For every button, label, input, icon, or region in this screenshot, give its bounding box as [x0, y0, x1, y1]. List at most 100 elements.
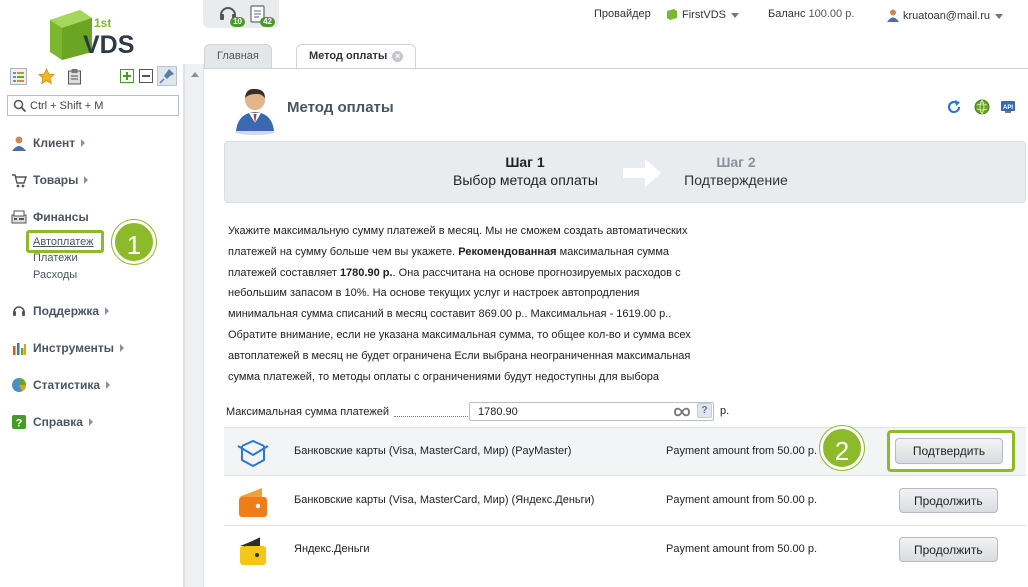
chevron-right-icon: [105, 307, 110, 315]
sidebar-subitem-payments[interactable]: Платежи: [33, 252, 78, 264]
step-title: Шаг 2: [716, 154, 756, 170]
sidebar-item-finance[interactable]: Финансы: [11, 208, 89, 226]
recommended-amount: 1780.90 р.: [339, 266, 393, 279]
sidebar-item-support[interactable]: Поддержка: [11, 302, 110, 320]
close-icon[interactable]: ×: [392, 50, 404, 62]
payment-row[interactable]: Банковские карты (Visa, MasterCard, Мир)…: [224, 426, 1026, 476]
wizard-steps: Шаг 1 Выбор метода оплаты Шаг 2 Подтверж…: [224, 141, 1026, 203]
chevron-right-icon: [120, 344, 125, 352]
sidebar-item-label: Инструменты: [33, 341, 115, 355]
sidebar-item-help[interactable]: ? Справка: [11, 413, 93, 431]
balance-value: 100.00 р.: [808, 8, 855, 20]
refresh-icon[interactable]: [946, 99, 962, 115]
payment-min-amount: Payment amount from 50.00 р.: [666, 494, 818, 506]
svg-text:?: ?: [16, 418, 23, 430]
pin-icon[interactable]: [157, 66, 177, 86]
help-button[interactable]: ?: [697, 403, 712, 418]
api-icon[interactable]: API: [1000, 99, 1016, 115]
expand-all-icon[interactable]: [119, 68, 136, 85]
max-amount-field[interactable]: [469, 402, 714, 421]
yandex-wallet-icon: [240, 537, 266, 565]
step-description: Подтверждение: [684, 172, 788, 188]
cart-icon: [12, 174, 27, 188]
wizard-step-1: Шаг 1 Выбор метода оплаты: [453, 154, 598, 188]
sidebar-subitem-autopayment[interactable]: Автоплатеж: [33, 236, 94, 248]
payment-method-name: Банковские карты (Visa, MasterCard, Мир)…: [294, 494, 595, 506]
sidebar-item-client[interactable]: Клиент: [11, 134, 86, 152]
sidebar-item-label: Статистика: [33, 378, 101, 392]
sidebar-subitem-expenses[interactable]: Расходы: [33, 269, 77, 281]
chevron-right-icon: [88, 418, 93, 426]
confirm-button[interactable]: Подтвердить: [895, 438, 1003, 464]
continue-button[interactable]: Продолжить: [899, 537, 998, 562]
callout-2: 2: [820, 426, 864, 470]
info-text-bold: Рекомендованная: [458, 245, 557, 258]
user-icon: [887, 9, 899, 22]
callout-1: 1: [112, 220, 156, 264]
yandex-money-icon: [239, 488, 267, 517]
chevron-down-icon: [994, 13, 1003, 19]
collapse-all-icon[interactable]: [138, 68, 155, 85]
top-bar: 1st VDS 10 42 Провайдер FirstVDS Баланс …: [0, 0, 1028, 60]
provider-selector[interactable]: FirstVDS: [666, 8, 739, 21]
search-icon: [13, 99, 27, 113]
user-menu[interactable]: kruatoan@mail.ru: [886, 8, 1003, 22]
info-text-part: . Она рассчитана на основе прогнозируемы…: [228, 266, 691, 383]
sidebar-item-statistics[interactable]: Статистика: [11, 376, 111, 394]
tab-payment-method[interactable]: Метод оплаты ×: [296, 44, 417, 69]
provider-label: Провайдер: [594, 8, 651, 20]
svg-text:API: API: [1003, 105, 1013, 111]
provider-value: FirstVDS: [682, 9, 726, 21]
sidebar-item-tools[interactable]: Инструменты: [11, 339, 125, 357]
user-avatar-icon: [230, 83, 280, 135]
balance-label: Баланс: [768, 8, 806, 20]
info-text: Укажите максимальную сумму платежей в ме…: [228, 221, 698, 387]
user-email: kruatoan@mail.ru: [903, 10, 990, 22]
sidebar-splitter[interactable]: [184, 64, 204, 587]
currency-unit: р.: [720, 405, 730, 417]
max-amount-input[interactable]: [478, 405, 668, 419]
notifications-panel: 10 42: [203, 0, 279, 28]
paymaster-icon: [237, 439, 269, 468]
chevron-right-icon: [106, 381, 111, 389]
sidebar-toolbar: [0, 64, 184, 88]
step-description: Выбор метода оплаты: [453, 172, 598, 188]
chevron-right-icon: [81, 139, 86, 147]
client-icon: [12, 136, 26, 151]
chevron-right-icon: [84, 176, 89, 184]
chevron-down-icon: [731, 12, 739, 18]
continue-button[interactable]: Продолжить: [899, 488, 998, 513]
payment-min-amount: Payment amount from 50.00 р.: [666, 543, 818, 555]
tab-home[interactable]: Главная: [204, 44, 272, 68]
provider-logo-icon: [667, 9, 677, 20]
infinity-icon[interactable]: [674, 406, 690, 418]
search-input[interactable]: [30, 98, 176, 113]
sidebar-item-goods[interactable]: Товары: [11, 171, 89, 189]
wizard-step-2: Шаг 2 Подтверждение: [683, 154, 789, 188]
main-panel: Метод оплаты API Шаг 1 Выбор метода опла…: [204, 68, 1028, 587]
star-icon[interactable]: [38, 68, 55, 85]
payment-row[interactable]: Яндекс.Деньги Payment amount from 50.00 …: [224, 526, 1026, 575]
payment-min-amount: Payment amount from 50.00 р.: [666, 445, 818, 457]
globe-help-icon[interactable]: [974, 99, 990, 115]
tab-label: Метод оплаты: [309, 50, 388, 62]
tree-view-icon[interactable]: [10, 68, 27, 85]
clipboard-icon[interactable]: [66, 68, 83, 85]
sidebar-search[interactable]: [7, 95, 179, 116]
headset-icon[interactable]: 10: [217, 3, 245, 27]
logo[interactable]: 1st VDS: [46, 6, 146, 60]
notification-count: 10: [230, 17, 245, 27]
tab-label: Главная: [217, 50, 259, 62]
collapse-arrow-icon[interactable]: [191, 72, 199, 77]
tools-icon: [13, 343, 26, 355]
step-title: Шаг 1: [505, 154, 545, 170]
payment-row[interactable]: Банковские карты (Visa, MasterCard, Мир)…: [224, 477, 1026, 526]
sidebar-item-label: Финансы: [33, 210, 89, 224]
sidebar-item-label: Справка: [33, 415, 83, 429]
payment-method-name: Банковские карты (Visa, MasterCard, Мир)…: [294, 445, 572, 457]
arrow-right-icon: [623, 159, 661, 187]
document-icon[interactable]: 42: [247, 3, 275, 27]
sidebar-item-label: Клиент: [33, 136, 76, 150]
help-icon: ?: [12, 415, 26, 430]
sidebar: Клиент Товары Финансы Автоплатеж Платежи…: [0, 64, 184, 587]
